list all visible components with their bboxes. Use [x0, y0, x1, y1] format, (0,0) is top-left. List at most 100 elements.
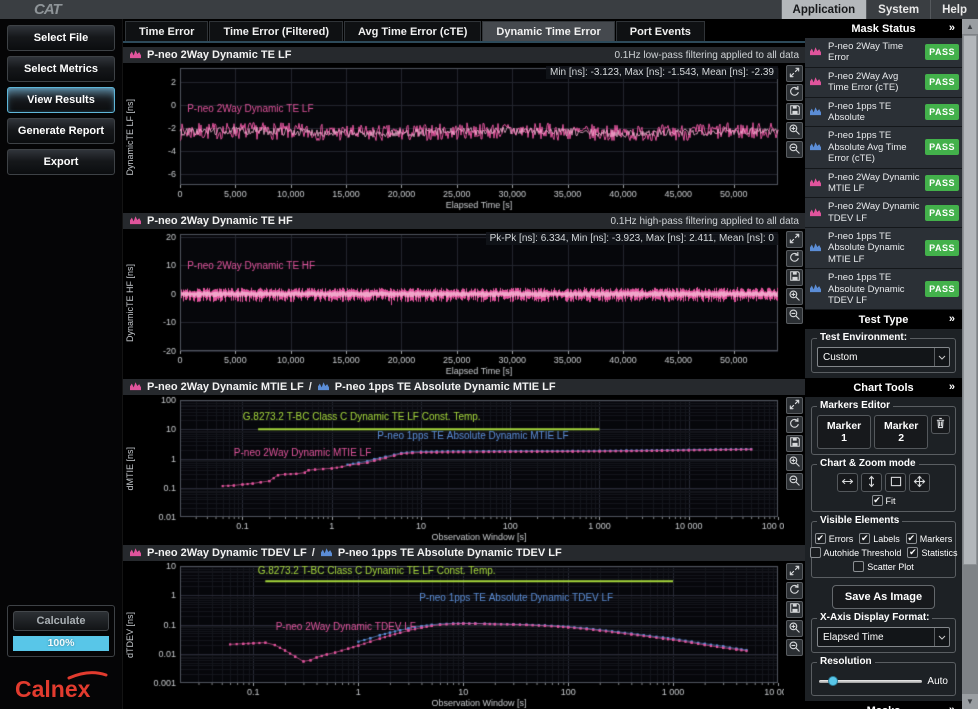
zoom-in-button[interactable] [786, 288, 803, 305]
section-header-chart-tools[interactable]: Chart Tools » [805, 378, 962, 397]
refresh-button[interactable] [786, 84, 803, 101]
plot-area: Min [ns]: -3.123, Max [ns]: -1.543, Mean… [136, 63, 784, 211]
zoom-in-icon [788, 123, 801, 139]
zoom-out-button[interactable] [786, 639, 803, 656]
save-icon [789, 602, 801, 617]
zoom-out-button[interactable] [786, 307, 803, 324]
scrollbar-thumb[interactable] [963, 35, 977, 565]
mask-status-item[interactable]: P-neo 1pps TE AbsolutePASS [805, 98, 962, 128]
scroll-down-arrow-icon[interactable]: ▼ [962, 694, 978, 709]
view-results-button[interactable]: View Results [7, 87, 115, 113]
zoom-in-button[interactable] [786, 122, 803, 139]
mask-status-item[interactable]: P-neo 2Way Dynamic MTIE LFPASS [805, 169, 962, 199]
statistics-checkbox[interactable]: ✔Statistics [907, 547, 957, 558]
horizontal-zoom-button[interactable] [837, 473, 858, 492]
checkbox-checked: ✔ [859, 533, 870, 544]
mask-status-item[interactable]: P-neo 2Way Avg Time Error (cTE)PASS [805, 68, 962, 98]
box-zoom-button[interactable] [885, 473, 906, 492]
checkbox-row: Scatter Plot [817, 561, 950, 572]
save-as-image-button[interactable]: Save As Image [832, 585, 935, 609]
chart-canvas-1[interactable] [136, 63, 784, 211]
select-metrics-button[interactable]: Select Metrics [7, 56, 115, 82]
chart-panel-header: P-neo 2Way Dynamic TE HF0.1Hz high-pass … [123, 213, 805, 229]
chart-tool-icons [784, 395, 805, 543]
test-environment-select[interactable]: Custom [817, 347, 950, 367]
section-header-masks[interactable]: Masks » [805, 701, 962, 709]
tab-time-error-filtered-[interactable]: Time Error (Filtered) [209, 21, 343, 41]
chart-title: P-neo 1pps TE Absolute Dynamic MTIE LF [335, 381, 556, 393]
mask-status-item[interactable]: P-neo 2Way Dynamic TDEV LFPASS [805, 198, 962, 228]
section-header-test-type[interactable]: Test Type » [805, 310, 962, 329]
mask-status-item[interactable]: P-neo 1pps TE Absolute Avg Time Error (c… [805, 127, 962, 168]
zoom-out-button[interactable] [786, 473, 803, 490]
vertical-scrollbar[interactable]: ▲ ▼ [962, 19, 978, 709]
menu-item-application[interactable]: Application [781, 0, 867, 19]
export-button[interactable]: Export [7, 149, 115, 175]
section-header-mask-status[interactable]: Mask Status » [805, 19, 962, 38]
mask-status-label: P-neo 2Way Dynamic TDEV LF [828, 201, 921, 224]
autohide-threshold-checkbox[interactable]: Autohide Threshold [810, 547, 902, 558]
save-button[interactable] [786, 435, 803, 452]
calculate-button[interactable]: Calculate [13, 611, 109, 631]
chart-zoom-mode-label: Chart & Zoom mode [817, 458, 919, 469]
vertical-zoom-button[interactable] [861, 473, 882, 492]
plot-area: Pk-Pk [ns]: 6.334, Min [ns]: -3.923, Max… [136, 229, 784, 377]
tab-avg-time-error-cte-[interactable]: Avg Time Error (cTE) [344, 21, 481, 41]
tab-port-events[interactable]: Port Events [616, 21, 705, 41]
mask-chart-icon [809, 239, 824, 257]
refresh-button[interactable] [786, 416, 803, 433]
expand-icon [788, 66, 801, 82]
mask-status-item[interactable]: P-neo 1pps TE Absolute Dynamic TDEV LFPA… [805, 269, 962, 310]
pan-button[interactable] [909, 473, 930, 492]
mask-chart-icon [809, 138, 824, 156]
tab-time-error[interactable]: Time Error [125, 21, 208, 41]
expand-button[interactable] [786, 231, 803, 248]
select-file-button[interactable]: Select File [7, 25, 115, 51]
collapse-chevron-icon[interactable]: » [949, 22, 955, 34]
zoom-in-button[interactable] [786, 620, 803, 637]
expand-button[interactable] [786, 563, 803, 580]
marker-2-button[interactable]: Marker 2 [874, 415, 928, 449]
menu-item-help[interactable]: Help [930, 0, 978, 19]
chart-canvas-3[interactable] [136, 395, 784, 543]
delete-marker-button[interactable] [931, 415, 950, 434]
generate-report-button[interactable]: Generate Report [7, 118, 115, 144]
zoom-out-button[interactable] [786, 141, 803, 158]
zoom-in-button[interactable] [786, 454, 803, 471]
refresh-button[interactable] [786, 250, 803, 267]
chart-canvas-4[interactable] [136, 561, 784, 709]
mask-status-item[interactable]: P-neo 1pps TE Absolute Dynamic MTIE LFPA… [805, 228, 962, 269]
refresh-button[interactable] [786, 582, 803, 599]
save-icon [789, 436, 801, 451]
scroll-up-arrow-icon[interactable]: ▲ [962, 19, 978, 34]
marker-1-button[interactable]: Marker 1 [817, 415, 871, 449]
expand-button[interactable] [786, 397, 803, 414]
visible-elements-checkboxes: ✔Errors✔Labels✔MarkersAutohide Threshold… [817, 533, 950, 572]
expand-button[interactable] [786, 65, 803, 82]
collapse-chevron-icon[interactable]: » [949, 381, 955, 393]
mask-status-item[interactable]: P-neo 2Way Time ErrorPASS [805, 38, 962, 68]
chart-canvas-2[interactable] [136, 229, 784, 377]
menu-item-system[interactable]: System [866, 0, 930, 19]
save-button[interactable] [786, 103, 803, 120]
scatter-plot-checkbox[interactable]: Scatter Plot [853, 561, 914, 572]
errors-checkbox[interactable]: ✔Errors [815, 533, 854, 544]
mask-status-label: P-neo 1pps TE Absolute Dynamic TDEV LF [828, 272, 921, 306]
collapse-chevron-icon[interactable]: » [949, 313, 955, 325]
collapse-chevron-icon[interactable]: » [949, 704, 955, 709]
checkbox-unchecked [853, 561, 864, 572]
xaxis-format-select[interactable]: Elapsed Time [817, 627, 950, 647]
save-button[interactable] [786, 269, 803, 286]
test-environment-value: Custom [823, 352, 934, 363]
labels-checkbox[interactable]: ✔Labels [859, 533, 900, 544]
resolution-slider-knob[interactable] [828, 676, 838, 686]
fit-checkbox[interactable]: ✔Fit [872, 495, 896, 506]
markers-checkbox[interactable]: ✔Markers [906, 533, 953, 544]
progress-bar: 100% [13, 636, 109, 651]
resolution-slider[interactable] [819, 680, 922, 683]
main-content: Time ErrorTime Error (Filtered)Avg Time … [123, 19, 805, 709]
save-button[interactable] [786, 601, 803, 618]
checkbox-label: Statistics [921, 548, 957, 558]
tab-dynamic-time-error[interactable]: Dynamic Time Error [482, 21, 614, 41]
expand-icon [788, 398, 801, 414]
